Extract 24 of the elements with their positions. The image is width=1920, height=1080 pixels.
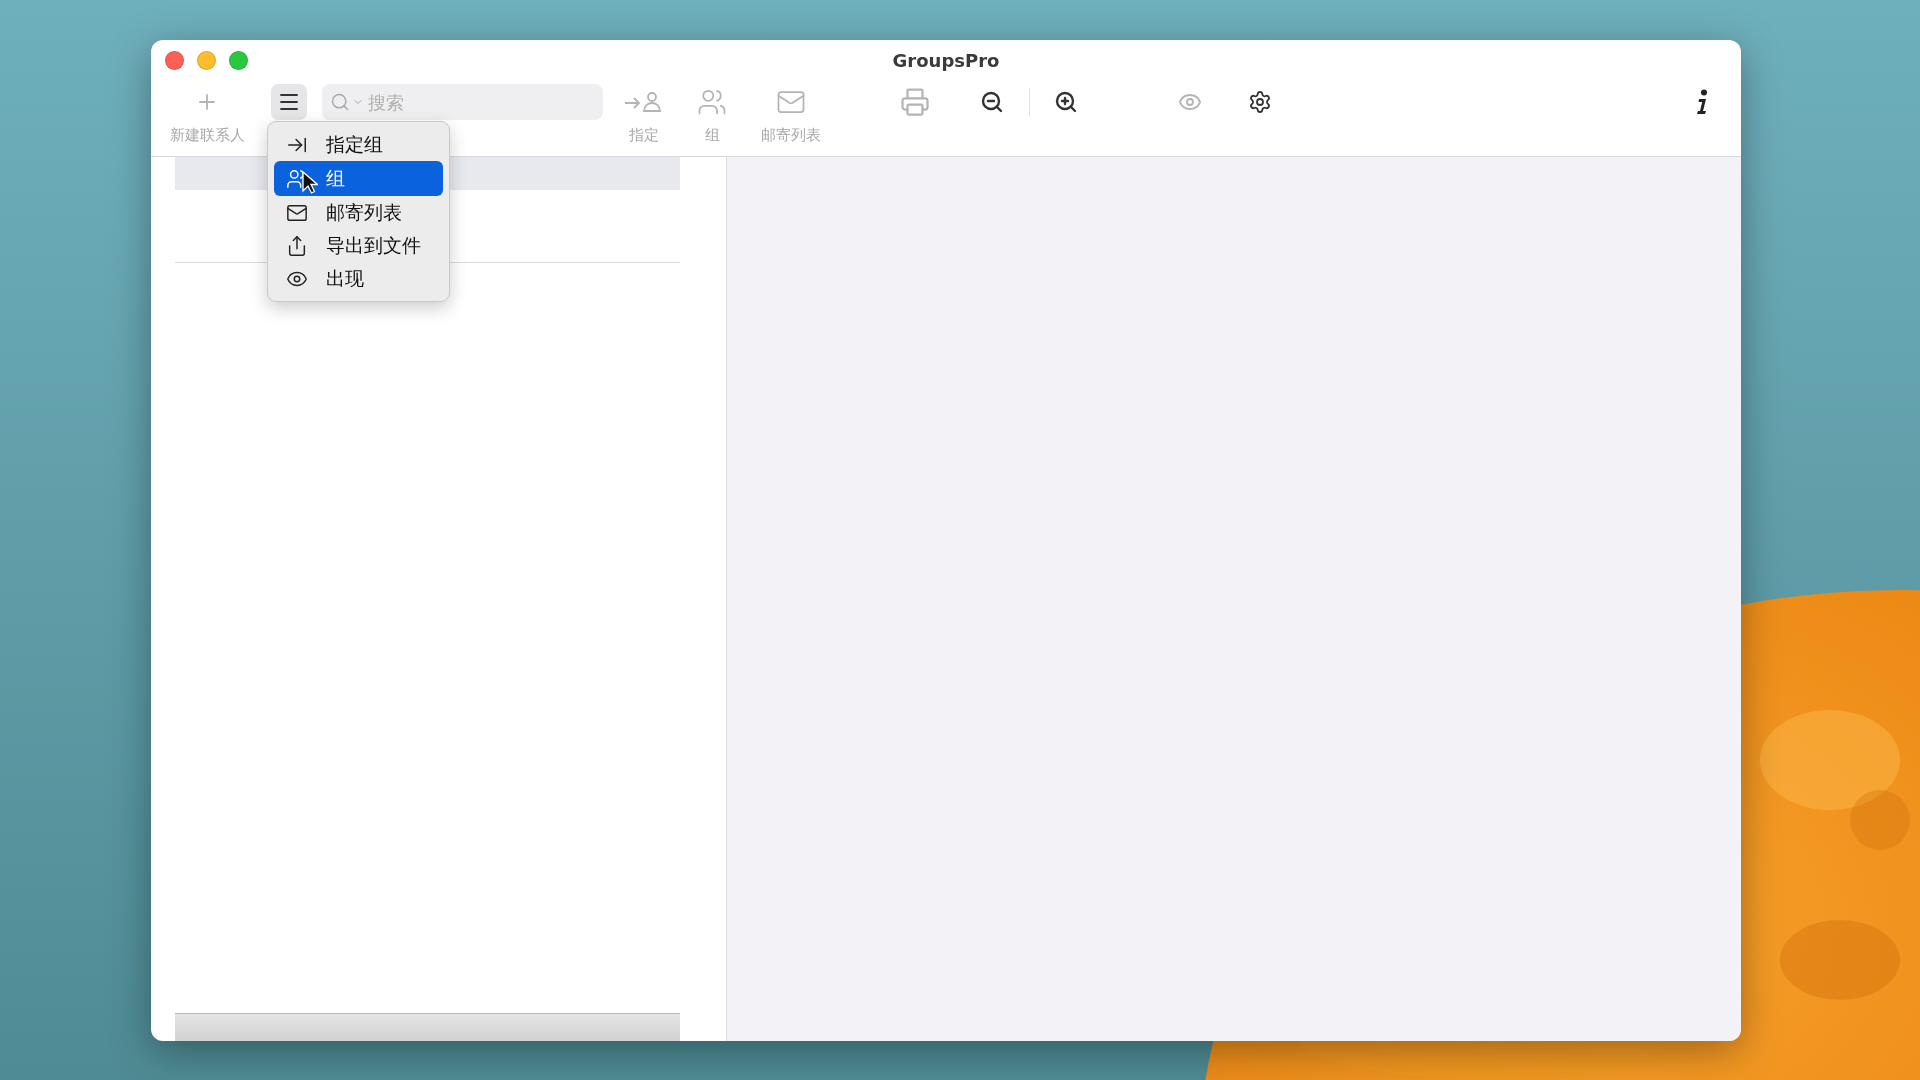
search-icon xyxy=(330,92,350,112)
menu-item[interactable]: 导出到文件 xyxy=(274,229,443,262)
share-icon xyxy=(286,234,308,257)
printer-icon xyxy=(900,87,930,117)
menu-item[interactable]: 出现 xyxy=(274,262,443,295)
menu-button[interactable] xyxy=(270,84,307,120)
info-icon xyxy=(1696,89,1708,115)
toolbar-label: 指定 xyxy=(629,126,659,145)
toolbar-label: 邮寄列表 xyxy=(761,126,821,145)
zoom-button[interactable] xyxy=(229,50,248,70)
minimize-button[interactable] xyxy=(197,50,216,70)
close-button[interactable] xyxy=(165,50,184,70)
settings-icon xyxy=(1248,90,1272,114)
menu-item[interactable]: 组 xyxy=(274,161,443,196)
window-title: GroupsPro xyxy=(892,50,1000,71)
toolbar-label: 新建联系人 xyxy=(169,126,245,145)
zoom-out-icon xyxy=(980,90,1004,114)
menu-item[interactable]: 指定组 xyxy=(274,128,443,161)
toolbar-label: 组 xyxy=(704,126,720,145)
cursor-icon xyxy=(302,171,318,195)
zoom-in-icon xyxy=(1054,90,1078,114)
menu-item[interactable]: 邮寄列表 xyxy=(274,196,443,229)
group-icon xyxy=(697,87,727,117)
search-field[interactable]: 搜索 xyxy=(322,84,603,120)
